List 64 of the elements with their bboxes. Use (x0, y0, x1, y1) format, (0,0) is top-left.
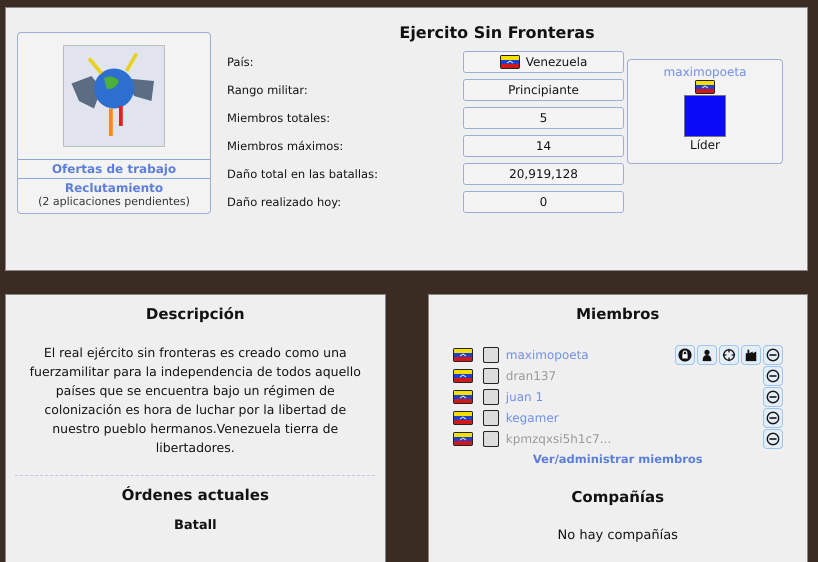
crosshair-icon (722, 348, 736, 362)
minus-circle-icon (766, 390, 780, 404)
member-name-link[interactable]: kpmzqxsi5h1c7... (506, 432, 763, 446)
stat-value: Principiante (463, 79, 624, 101)
stat-value: Venezuela (463, 51, 624, 73)
crosshair-button[interactable] (718, 345, 739, 365)
factory-button[interactable] (740, 345, 761, 365)
section-heading: Miembros (576, 305, 660, 323)
flag-icon (500, 55, 520, 69)
remove-button[interactable] (762, 429, 783, 449)
unit-title: Ejercito Sin Fronteras (398, 23, 596, 42)
flag-icon (695, 80, 715, 94)
orders-subheading: Batall (174, 518, 217, 533)
person-button[interactable] (696, 345, 717, 365)
remove-button[interactable] (762, 366, 783, 386)
remove-button[interactable] (762, 387, 783, 407)
member-name-link[interactable]: maximopoeta (506, 348, 675, 362)
member-name-link[interactable]: dran137 (506, 369, 763, 383)
person-icon (700, 348, 714, 362)
minus-circle-icon (766, 432, 780, 446)
section-heading: Compañías (571, 488, 664, 506)
leader-name-link[interactable]: maximopoeta (664, 65, 746, 79)
leader-role: Líder (690, 138, 720, 152)
minus-circle-icon (766, 411, 780, 425)
stat-value: 14 (463, 135, 624, 157)
flag-icon (452, 432, 473, 446)
link-label[interactable]: Ofertas de trabajo (52, 162, 176, 176)
stat-value: 20,919,128 (463, 163, 624, 185)
flag-icon (452, 411, 473, 425)
remove-button[interactable] (762, 408, 783, 428)
stat-label: Rango militar: (227, 83, 309, 97)
stat-label: Daño total en las batallas: (227, 167, 379, 181)
avatar-placeholder (684, 95, 726, 137)
stat-label: Miembros totales: (227, 111, 332, 125)
flag-icon (452, 390, 473, 404)
avatar-placeholder (482, 431, 499, 447)
section-heading: Descripción (146, 305, 245, 323)
stat-label: Miembros máximos: (227, 139, 344, 153)
avatar-placeholder (482, 410, 499, 426)
flag-icon (452, 369, 473, 383)
avatar-placeholder (482, 389, 499, 405)
stat-label: Daño realizado hoy: (227, 195, 342, 209)
pending-note: (2 aplicaciones pendientes) (38, 195, 190, 208)
member-name-link[interactable]: kegamer (506, 411, 763, 425)
lock-button[interactable] (674, 345, 695, 365)
stat-value: 0 (463, 191, 624, 213)
section-heading: Órdenes actuales (122, 486, 269, 504)
factory-icon (744, 348, 758, 362)
stat-label: País: (227, 55, 255, 69)
flag-icon (452, 348, 473, 362)
avatar-placeholder (482, 347, 499, 363)
avatar-placeholder (482, 368, 499, 384)
member-name-link[interactable]: juan 1 (506, 390, 763, 404)
stat-value: 5 (463, 107, 624, 129)
manage-members-link[interactable]: Ver/administrar miembros (532, 452, 703, 466)
minus-circle-icon (766, 369, 780, 383)
empty-companies-text: No hay compañías (558, 528, 678, 543)
link-item[interactable]: Reclutamiento (2 aplicaciones pendientes) (18, 179, 210, 210)
remove-button[interactable] (762, 345, 783, 365)
link-label[interactable]: Reclutamiento (64, 181, 164, 195)
description-text: El real ejército sin fronteras es creado como una fuerzamilitar para la independencia de todos aquello países que se encuentra bajo un régimen de colonización es hora de luchar por la libertad de nuestro pueblo hermanos.Venezuela tierra de libertadores. (28, 344, 362, 457)
minus-circle-icon (766, 348, 780, 362)
lock-icon (678, 348, 692, 362)
link-item[interactable]: Ofertas de trabajo (18, 160, 210, 179)
